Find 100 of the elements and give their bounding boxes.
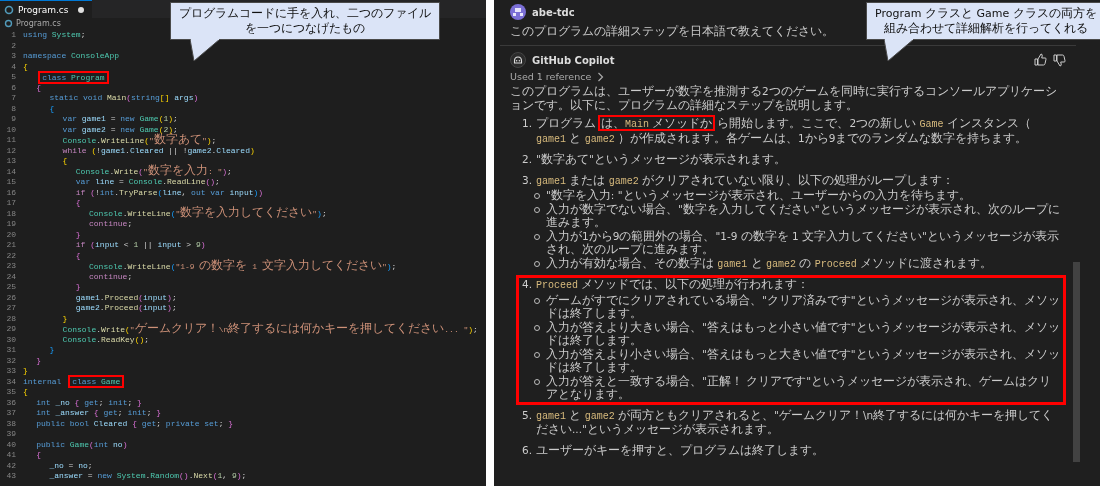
line-number: 18 — [5, 208, 17, 219]
line-number: 39 — [5, 429, 17, 440]
code-line: Console.WriteLine("数字あて"); — [62, 134, 217, 146]
bullet-text: 入力が1から9の範囲外の場合、"1-9 の数字を 1 文字入力してください"というメッセージが表示され、次のループに進みます。 — [546, 229, 1060, 257]
line-number: 29 — [5, 324, 17, 335]
step-text: プログラム は、Main メソッドか ら開始します。ここで、2つの新しい Game インスタンス（ game1 と game2 ）が作成されます。各ゲームは、1から9までのランダムな数字を持ちます。 — [536, 117, 1032, 146]
code-line: { — [36, 82, 41, 93]
line-number: 13 — [5, 156, 17, 167]
line-number: 11 — [5, 135, 17, 146]
line-number: 6 — [10, 82, 17, 93]
bullet-text: "数字を入力: "というメッセージが表示され、ユーザーからの入力を待ちます。 — [546, 189, 971, 203]
list-number: 1. — [522, 117, 533, 131]
code-line: while (!game1.Cleared || !game2.Cleared) — [62, 145, 255, 156]
line-number: 42 — [5, 460, 17, 471]
step-text: game1 または game2 がクリアされていない限り、以下の処理がループします： — [536, 173, 955, 188]
code-line: _no = no; — [49, 460, 93, 471]
code-line: Console.WriteLine("1-9 の数字を 1 文字入力してください"); — [89, 260, 397, 272]
highlighted-code: class Game — [68, 375, 125, 389]
code-line: { — [62, 156, 68, 167]
line-number: 2 — [10, 40, 17, 51]
code-line: game1.Proceed(input); — [75, 292, 177, 303]
thumbs-up-icon[interactable] — [1034, 53, 1047, 67]
step-text: game1 と game2 が両方ともクリアされると、"ゲームクリア！\n終了するには何かキーを押してください..."というメッセージが表示されます。 — [536, 408, 1055, 437]
line-number: 32 — [5, 355, 17, 366]
line-number: 43 — [5, 471, 17, 482]
breadcrumb-item[interactable]: Program.cs — [16, 19, 61, 28]
line-number: 36 — [5, 397, 17, 408]
line-number: 5 — [10, 72, 17, 83]
code-line: var game2 = new Game(2); — [62, 124, 178, 134]
references-toggle[interactable]: Used 1 reference — [510, 71, 1066, 82]
code-line: game2.Proceed(input); — [75, 303, 177, 314]
callout-tail — [190, 39, 221, 62]
bullet-text: 入力が答えと一致する場合、"正解！ クリアです"というメッセージが表示され、ゲームはクリアとなります。 — [546, 374, 1053, 402]
line-number: 16 — [5, 187, 17, 198]
code-line: { — [75, 198, 81, 209]
list-number: 6. — [522, 443, 533, 457]
list-number: 4. — [522, 278, 533, 292]
step-text: Proceed メソッドでは、以下の処理が行われます： — [536, 278, 810, 293]
scrollbar[interactable] — [1073, 262, 1080, 462]
line-number: 1 — [10, 30, 17, 41]
bullet-text: 入力が有効な場合、その数字は game1 と game2 の Proceed メソッドに渡されます。 — [546, 256, 993, 271]
bullet-text: 入力が数字でない場合、"数字を入力してください"というメッセージが表示され、次のループに進みます。 — [546, 202, 1060, 230]
line-number: 20 — [5, 229, 17, 240]
bullet-text: 入力が答えより大きい場合、"答えはもっと小さい値です"というメッセージが表示され、メソッドは終了します。 — [546, 320, 1060, 348]
callout-tail — [884, 39, 915, 62]
list-number: 3. — [522, 173, 533, 188]
chevron-right-icon — [597, 71, 605, 82]
line-number: 34 — [5, 376, 17, 387]
code-line: _answer = new System.Random().Next(1, 9); — [49, 471, 247, 482]
line-number: 9 — [10, 114, 17, 125]
line-number: 37 — [5, 408, 17, 419]
highlighted-code: class Program — [38, 70, 109, 84]
line-number: 19 — [5, 219, 17, 230]
response-text: このプログラムは、ユーザーが数字を推測する2つのゲームを同時に実行するコンソールアプリケーションです。以下に、プログラムの詳細なステップを説明します。 — [510, 85, 1058, 112]
line-number: 12 — [5, 145, 17, 156]
code-line: } — [36, 355, 41, 366]
line-number: 25 — [5, 282, 17, 293]
code-text: internal — [23, 376, 63, 387]
line-number: 38 — [5, 418, 17, 429]
list-number: 2. — [522, 153, 533, 167]
code-line: Console.Write("ゲームクリア！\n終了するには何かキーを押してください... "); — [62, 323, 478, 335]
code-line: int _no { get; init; } — [36, 397, 142, 408]
step-text: ユーザーがキーを押すと、プログラムは終了します。 — [536, 443, 825, 457]
code-line: Console.WriteLine("数字を入力してください"); — [89, 208, 327, 220]
user-message: このプログラムの詳細ステップを日本語で教えてください。 — [510, 23, 834, 40]
line-number: 8 — [10, 103, 17, 114]
line-number: 21 — [5, 240, 17, 251]
code-line: { — [23, 61, 28, 72]
line-number: 26 — [5, 292, 17, 303]
code-line: if (!int.TryParse(line, out var input)) — [75, 187, 264, 198]
line-number: 33 — [5, 366, 17, 377]
code-line: } — [49, 345, 55, 356]
assistant-name: GitHub Copilot — [532, 54, 615, 66]
code-line: using System; — [23, 30, 86, 41]
line-number: 28 — [5, 313, 17, 324]
code-line: var line = Console.ReadLine(); — [75, 177, 220, 188]
code-line: namespace ConsoleApp — [23, 51, 120, 62]
code-line: { — [49, 103, 55, 114]
code-line: var game1 = new Game(1); — [62, 114, 178, 125]
code-line: } — [75, 229, 81, 240]
code-line: if (input < 1 || input > 9) — [75, 240, 206, 251]
line-number: 10 — [5, 124, 17, 135]
code-line: } — [75, 282, 81, 293]
line-number: 15 — [5, 177, 17, 188]
thumbs-down-icon[interactable] — [1053, 53, 1066, 67]
code-line: Console.Write("数字を入力: "); — [75, 166, 232, 178]
editor-tab[interactable]: Program.cs — [0, 0, 93, 18]
code-line: static void Main(string[] args) — [49, 93, 199, 104]
code-line: continue; — [89, 271, 133, 282]
line-number: 30 — [5, 334, 17, 345]
line-number: 41 — [5, 450, 17, 461]
line-number: 17 — [5, 198, 17, 209]
code-line: { — [36, 450, 41, 461]
bullet-text: 入力が答えより小さい場合、"答えはもっと大きい値です"というメッセージが表示され、メソッドは終了します。 — [546, 347, 1060, 375]
code-line: } — [23, 366, 28, 377]
code-line: Console.ReadKey(); — [62, 334, 150, 345]
line-number: 7 — [10, 93, 17, 104]
user-name: abe-tdc — [532, 6, 575, 18]
user-avatar-icon — [510, 4, 526, 20]
code-line: continue; — [89, 219, 133, 230]
